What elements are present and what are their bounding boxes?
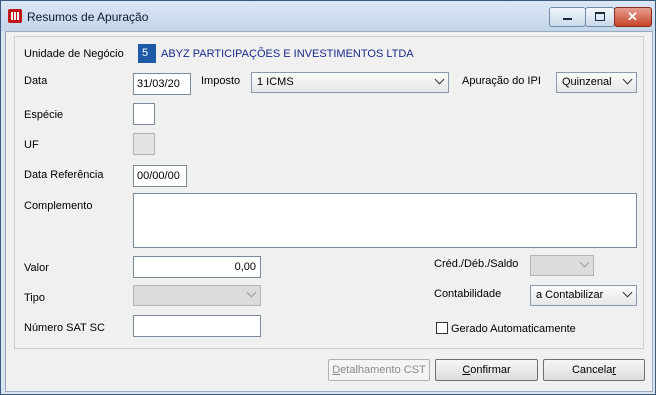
especie-field[interactable]	[133, 103, 155, 125]
valor-label: Valor	[24, 262, 49, 274]
chevron-down-icon	[246, 287, 257, 298]
cancelar-label: Cancela	[571, 364, 613, 376]
maximize-button[interactable]	[585, 7, 615, 27]
cancelar-button[interactable]: Cancelar	[543, 359, 645, 381]
chevron-down-icon	[622, 287, 633, 298]
cancelar-accelerator: r	[612, 364, 617, 376]
dialog-client-area: Unidade de Negócio 5 ABYZ PARTICIPAÇÕES …	[5, 31, 653, 392]
unidade-label: Unidade de Negócio	[24, 48, 124, 60]
tipo-label: Tipo	[24, 292, 45, 304]
close-button[interactable]: ✕	[614, 7, 652, 27]
uf-field[interactable]	[133, 133, 155, 155]
cred-deb-saldo-label: Créd./Déb./Saldo	[434, 258, 519, 270]
contabilidade-select[interactable]: a Contabilizar	[530, 285, 637, 306]
detalhamento-accelerator: D	[332, 364, 341, 376]
imposto-label: Imposto	[201, 75, 241, 87]
maximize-icon	[595, 12, 605, 21]
numero-sat-field[interactable]	[133, 315, 261, 337]
detalhamento-label: etalhamento CST	[340, 364, 426, 376]
minimize-icon	[563, 18, 572, 20]
complemento-label: Complemento	[24, 200, 93, 212]
window-title: Resumos de Apuração	[27, 10, 149, 24]
detalhamento-cst-button[interactable]: Detalhamento CST	[328, 359, 430, 381]
unidade-name: ABYZ PARTICIPAÇÕES E INVESTIMENTOS LTDA	[161, 48, 414, 60]
unidade-code-field[interactable]: 5	[138, 44, 156, 63]
imposto-select[interactable]: 1 ICMS	[251, 72, 449, 93]
chevron-down-icon	[434, 74, 445, 85]
data-referencia-label: Data Referência	[24, 169, 104, 181]
confirmar-button[interactable]: Confirmar	[435, 359, 538, 381]
uf-label: UF	[24, 139, 39, 151]
close-icon: ✕	[627, 9, 638, 24]
valor-field[interactable]: 0,00	[133, 256, 261, 278]
especie-label: Espécie	[24, 109, 64, 121]
dialog-window: Resumos de Apuração ✕ Unidade de Negócio…	[0, 0, 656, 395]
complemento-field[interactable]	[133, 193, 637, 248]
title-bar[interactable]: Resumos de Apuração ✕	[1, 1, 655, 31]
app-icon	[8, 9, 22, 23]
apuracao-ipi-label: Apuração do IPI	[462, 75, 541, 87]
chevron-down-icon	[622, 74, 633, 85]
data-referencia-field[interactable]: 00/00/00	[133, 165, 187, 187]
minimize-button[interactable]	[549, 7, 586, 27]
chevron-down-icon	[579, 257, 590, 268]
tipo-select[interactable]	[133, 285, 261, 306]
cred-deb-saldo-select[interactable]	[530, 255, 594, 276]
contabilidade-value: a Contabilizar	[536, 289, 604, 301]
contabilidade-label: Contabilidade	[434, 288, 502, 300]
apuracao-ipi-select[interactable]: Quinzenal	[556, 72, 637, 93]
confirmar-label: onfirmar	[470, 364, 511, 376]
gerado-checkbox[interactable]	[436, 322, 448, 334]
numero-sat-label: Número SAT SC	[24, 322, 105, 334]
imposto-value: 1 ICMS	[257, 76, 294, 88]
apuracao-ipi-value: Quinzenal	[562, 76, 612, 88]
data-label: Data	[24, 75, 48, 87]
data-field[interactable]: 31/03/20	[133, 73, 191, 95]
gerado-label: Gerado Automaticamente	[451, 323, 576, 335]
form-panel: Unidade de Negócio 5 ABYZ PARTICIPAÇÕES …	[14, 36, 644, 349]
